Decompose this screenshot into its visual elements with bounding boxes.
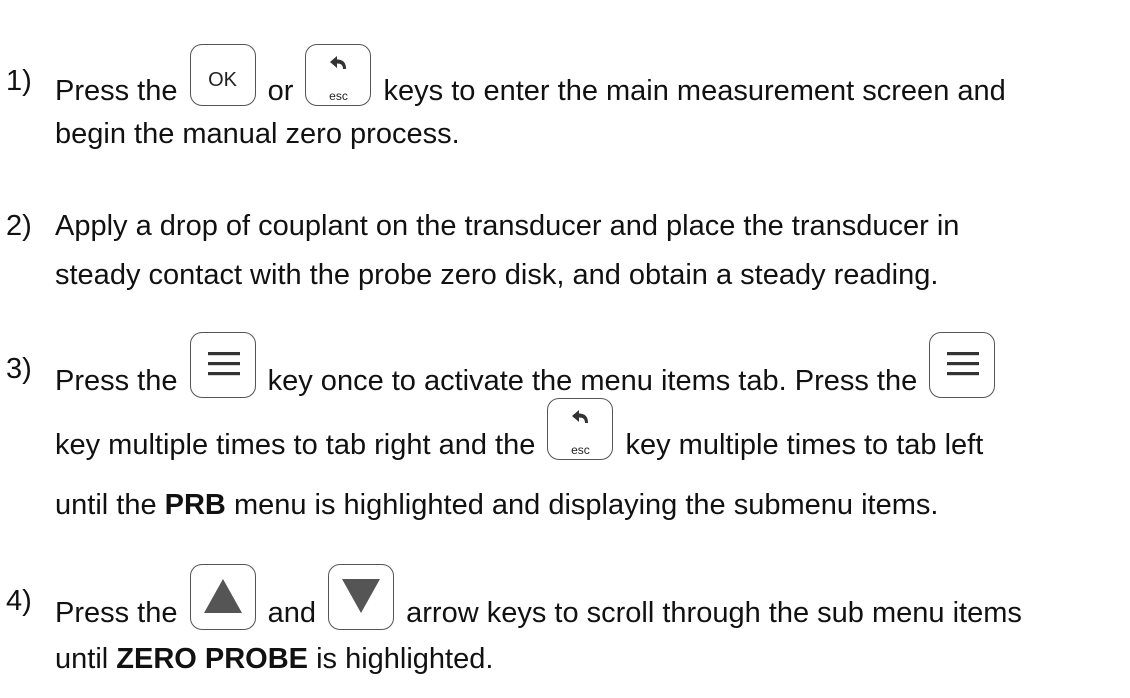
hamburger-menu-icon	[207, 352, 240, 376]
step-4-number: 4)	[6, 585, 32, 617]
step-4-line-2: until ZERO PROBE is highlighted.	[55, 642, 493, 676]
step-4-text: and	[267, 597, 317, 629]
menu-key	[189, 332, 256, 398]
step-2-text: Apply a drop of couplant on the transduc…	[55, 210, 960, 242]
back-arrow-icon	[572, 410, 589, 423]
step-2-line-2: steady contact with the probe zero disk,…	[55, 259, 939, 291]
step-3-number: 3)	[6, 353, 32, 385]
back-arrow-icon	[330, 56, 347, 69]
esc-key: esc	[305, 44, 372, 106]
step-3-line-2: key multiple times to tab right and the …	[55, 398, 984, 462]
step-1-text: Press the	[55, 75, 178, 107]
step-1-line-2: begin the manual zero process.	[55, 118, 460, 150]
step-4-text: Press the	[55, 597, 178, 629]
step-4-text: is highlighted.	[316, 643, 494, 675]
step-1-number: 1)	[6, 65, 32, 97]
esc-key: esc	[547, 398, 614, 460]
step-4-text: until	[55, 643, 109, 675]
esc-key-label: esc	[329, 89, 348, 103]
step-3-text: until the	[55, 489, 157, 521]
down-arrow-key	[328, 564, 395, 630]
hamburger-menu-icon	[947, 352, 980, 376]
step-3-text: key multiple times to tab left	[625, 429, 984, 461]
ok-key-label: OK	[208, 69, 238, 91]
step-1-text: or	[267, 75, 294, 107]
step-3-text: Press the	[55, 365, 178, 397]
triangle-down-icon	[342, 579, 381, 613]
step-2-number: 2)	[6, 210, 32, 242]
step-3-line-3: until the PRB menu is highlighted and di…	[55, 488, 938, 522]
step-3-text: key multiple times to tab right and the	[55, 429, 536, 461]
step-3-text: menu is highlighted and displaying the s…	[233, 489, 939, 521]
menu-key	[929, 332, 996, 398]
prb-menu-label: PRB	[164, 489, 226, 521]
step-4-text: arrow keys to scroll through the sub men…	[406, 597, 1022, 629]
instruction-page: 1) Press the OK or esc keys to enter the…	[0, 0, 1130, 698]
ok-key: OK	[189, 44, 256, 106]
step-1-text: keys to enter the main measurement scree…	[383, 75, 1006, 107]
up-arrow-key	[189, 564, 256, 630]
triangle-up-icon	[203, 579, 242, 613]
esc-key-label: esc	[571, 443, 590, 457]
zero-probe-label: ZERO PROBE	[116, 643, 309, 675]
step-3-text: key once to activate the menu items tab.…	[267, 365, 918, 397]
